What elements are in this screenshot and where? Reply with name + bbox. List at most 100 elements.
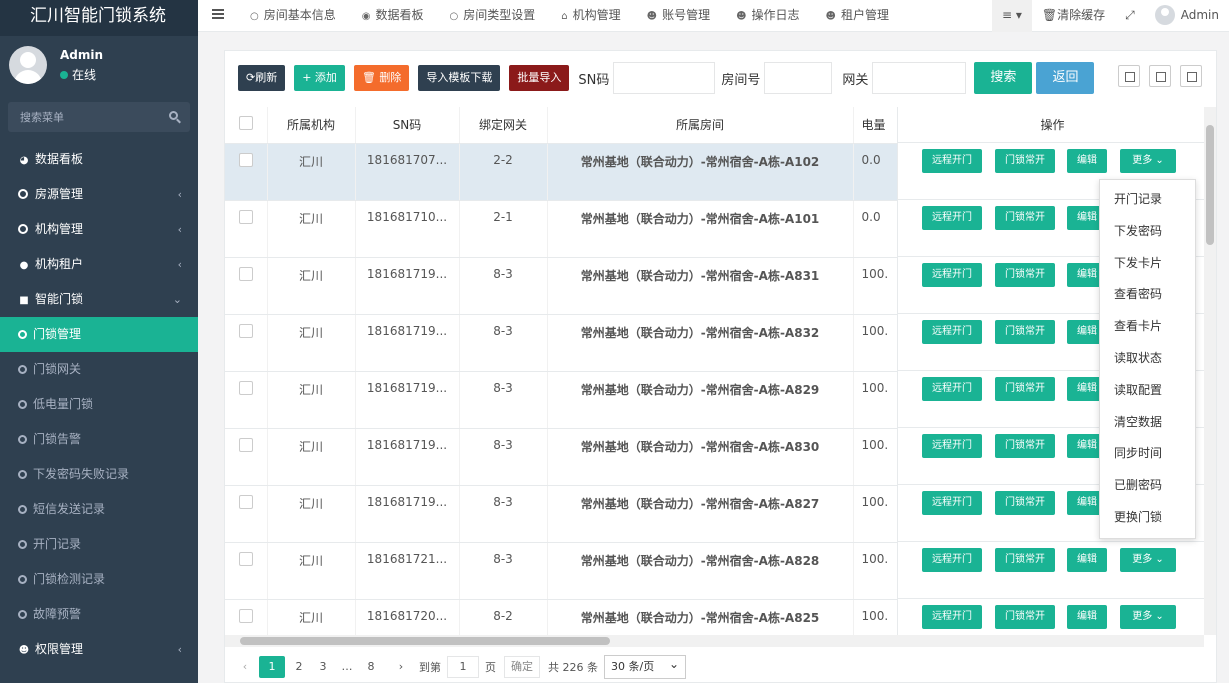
- export-icon[interactable]: [1149, 65, 1171, 87]
- keep-open-button[interactable]: 门锁常开: [995, 149, 1055, 173]
- import-template-button[interactable]: 导入模板下载: [418, 65, 501, 91]
- row-checkbox[interactable]: [238, 209, 253, 224]
- row-checkbox[interactable]: [238, 608, 253, 623]
- columns-icon[interactable]: [1118, 65, 1140, 87]
- sidebar-sub-item[interactable]: 低电量门锁: [0, 387, 198, 422]
- keep-open-button[interactable]: 门锁常开: [995, 491, 1055, 515]
- sidebar-menu-item[interactable]: ☻ 权限管理 ‹: [0, 632, 198, 667]
- back-button[interactable]: 返回: [1036, 62, 1095, 94]
- keep-open-button[interactable]: 门锁常开: [995, 377, 1055, 401]
- search-button[interactable]: 搜索: [974, 62, 1033, 94]
- tab-item[interactable]: ⌂ 机构管理: [553, 0, 628, 32]
- keep-open-button[interactable]: 门锁常开: [995, 548, 1055, 572]
- sidebar-sub-item[interactable]: 门锁管理: [0, 317, 198, 352]
- goto-page-input[interactable]: 1: [447, 656, 479, 678]
- page-button[interactable]: 2: [289, 656, 309, 678]
- col-room[interactable]: 所属房间: [547, 107, 854, 144]
- dropdown-item[interactable]: 更换门锁: [1100, 502, 1195, 534]
- dropdown-item[interactable]: 清空数据: [1100, 407, 1195, 439]
- sidebar-sub-item[interactable]: 开门记录: [0, 527, 198, 562]
- sidebar-menu-item[interactable]: ● 机构租户 ‹: [0, 247, 198, 282]
- dropdown-item[interactable]: 查看密码: [1100, 279, 1195, 311]
- dropdown-item[interactable]: 下发密码: [1100, 216, 1195, 248]
- vertical-scroll-thumb[interactable]: [1206, 125, 1214, 245]
- keep-open-button[interactable]: 门锁常开: [995, 605, 1055, 629]
- remote-open-button[interactable]: 远程开门: [922, 605, 982, 629]
- keep-open-button[interactable]: 门锁常开: [995, 263, 1055, 287]
- remote-open-button[interactable]: 远程开门: [922, 491, 982, 515]
- row-checkbox[interactable]: [238, 494, 253, 509]
- batch-import-button[interactable]: 批量导入: [509, 65, 570, 91]
- room-input[interactable]: [764, 62, 833, 94]
- sidebar-sub-item[interactable]: 门锁检测记录: [0, 562, 198, 597]
- dropdown-item[interactable]: 读取配置: [1100, 375, 1195, 407]
- more-button[interactable]: 更多 ⌄: [1120, 605, 1176, 629]
- page-button[interactable]: 8: [361, 656, 381, 678]
- page-button[interactable]: 3: [313, 656, 333, 678]
- add-button[interactable]: + 添加: [294, 65, 345, 91]
- keep-open-button[interactable]: 门锁常开: [995, 206, 1055, 230]
- sidebar-menu-item[interactable]: 房源管理 ‹: [0, 177, 198, 212]
- remote-open-button[interactable]: 远程开门: [922, 377, 982, 401]
- sidebar-sub-item[interactable]: 短信发送记录: [0, 492, 198, 527]
- keep-open-button[interactable]: 门锁常开: [995, 434, 1055, 458]
- clear-cache-button[interactable]: 🗑清除缓存: [1032, 0, 1115, 32]
- edit-button[interactable]: 编辑: [1067, 149, 1107, 173]
- edit-button[interactable]: 编辑: [1067, 548, 1107, 572]
- remote-open-button[interactable]: 远程开门: [922, 320, 982, 344]
- gateway-input[interactable]: [872, 62, 967, 94]
- horizontal-scrollbar[interactable]: [225, 635, 1204, 647]
- edit-button[interactable]: 编辑: [1067, 605, 1107, 629]
- remote-open-button[interactable]: 远程开门: [922, 263, 982, 287]
- col-sn[interactable]: SN码: [355, 107, 460, 144]
- avatar[interactable]: [9, 46, 47, 84]
- next-page-button[interactable]: ›: [391, 656, 411, 678]
- col-org[interactable]: 所属机构: [267, 107, 356, 144]
- sn-input[interactable]: [613, 62, 716, 94]
- row-checkbox[interactable]: [238, 266, 253, 281]
- dropdown-item[interactable]: 同步时间: [1100, 438, 1195, 470]
- remote-open-button[interactable]: 远程开门: [922, 206, 982, 230]
- row-checkbox[interactable]: [238, 152, 253, 167]
- tab-item[interactable]: ☻ 账号管理: [639, 0, 718, 32]
- tab-menu-button[interactable]: ≡ ▾: [991, 0, 1032, 32]
- row-checkbox[interactable]: [238, 551, 253, 566]
- sidebar-menu-item[interactable]: ■ 智能门锁 ⌄: [0, 282, 198, 317]
- tab-item[interactable]: ☻ 操作日志: [728, 0, 807, 32]
- tab-item[interactable]: ○ 房间基本信息: [242, 0, 344, 32]
- horizontal-scroll-thumb[interactable]: [240, 637, 610, 645]
- sidebar-sub-item[interactable]: 故障预警: [0, 597, 198, 632]
- sidebar-menu-item[interactable]: ◕ 数据看板: [0, 142, 198, 177]
- admin-menu[interactable]: Admin: [1145, 0, 1229, 32]
- tab-item[interactable]: ○ 房间类型设置: [442, 0, 544, 32]
- page-size-select[interactable]: 30 条/页: [604, 653, 686, 679]
- tab-item[interactable]: ☻ 租户管理: [818, 0, 897, 32]
- select-all-checkbox[interactable]: [238, 116, 253, 131]
- keep-open-button[interactable]: 门锁常开: [995, 320, 1055, 344]
- remote-open-button[interactable]: 远程开门: [922, 548, 982, 572]
- search-icon[interactable]: [169, 111, 178, 120]
- tab-item[interactable]: ◉ 数据看板: [354, 0, 432, 32]
- print-icon[interactable]: [1180, 65, 1202, 87]
- col-gateway[interactable]: 绑定网关: [459, 107, 548, 144]
- remote-open-button[interactable]: 远程开门: [922, 149, 982, 173]
- dropdown-item[interactable]: 开门记录: [1100, 184, 1195, 216]
- dropdown-item[interactable]: 已删密码: [1100, 470, 1195, 502]
- goto-confirm-button[interactable]: 确定: [504, 656, 540, 678]
- row-checkbox[interactable]: [238, 380, 253, 395]
- page-button[interactable]: 1: [259, 656, 285, 678]
- delete-button[interactable]: 🗑 删除: [353, 65, 410, 91]
- dropdown-item[interactable]: 下发卡片: [1100, 248, 1195, 280]
- row-checkbox[interactable]: [238, 323, 253, 338]
- prev-page-button[interactable]: ‹: [235, 656, 255, 678]
- remote-open-button[interactable]: 远程开门: [922, 434, 982, 458]
- dropdown-item[interactable]: 读取状态: [1100, 343, 1195, 375]
- sidebar-sub-item[interactable]: 门锁网关: [0, 352, 198, 387]
- more-button[interactable]: 更多 ⌄: [1120, 548, 1176, 572]
- fullscreen-icon[interactable]: ⤢: [1115, 0, 1145, 32]
- vertical-scrollbar[interactable]: [1204, 107, 1216, 635]
- more-button[interactable]: 更多 ⌄: [1120, 149, 1176, 173]
- row-checkbox[interactable]: [238, 437, 253, 452]
- menu-search-input[interactable]: [8, 102, 158, 132]
- menu-toggle-icon[interactable]: [212, 9, 224, 19]
